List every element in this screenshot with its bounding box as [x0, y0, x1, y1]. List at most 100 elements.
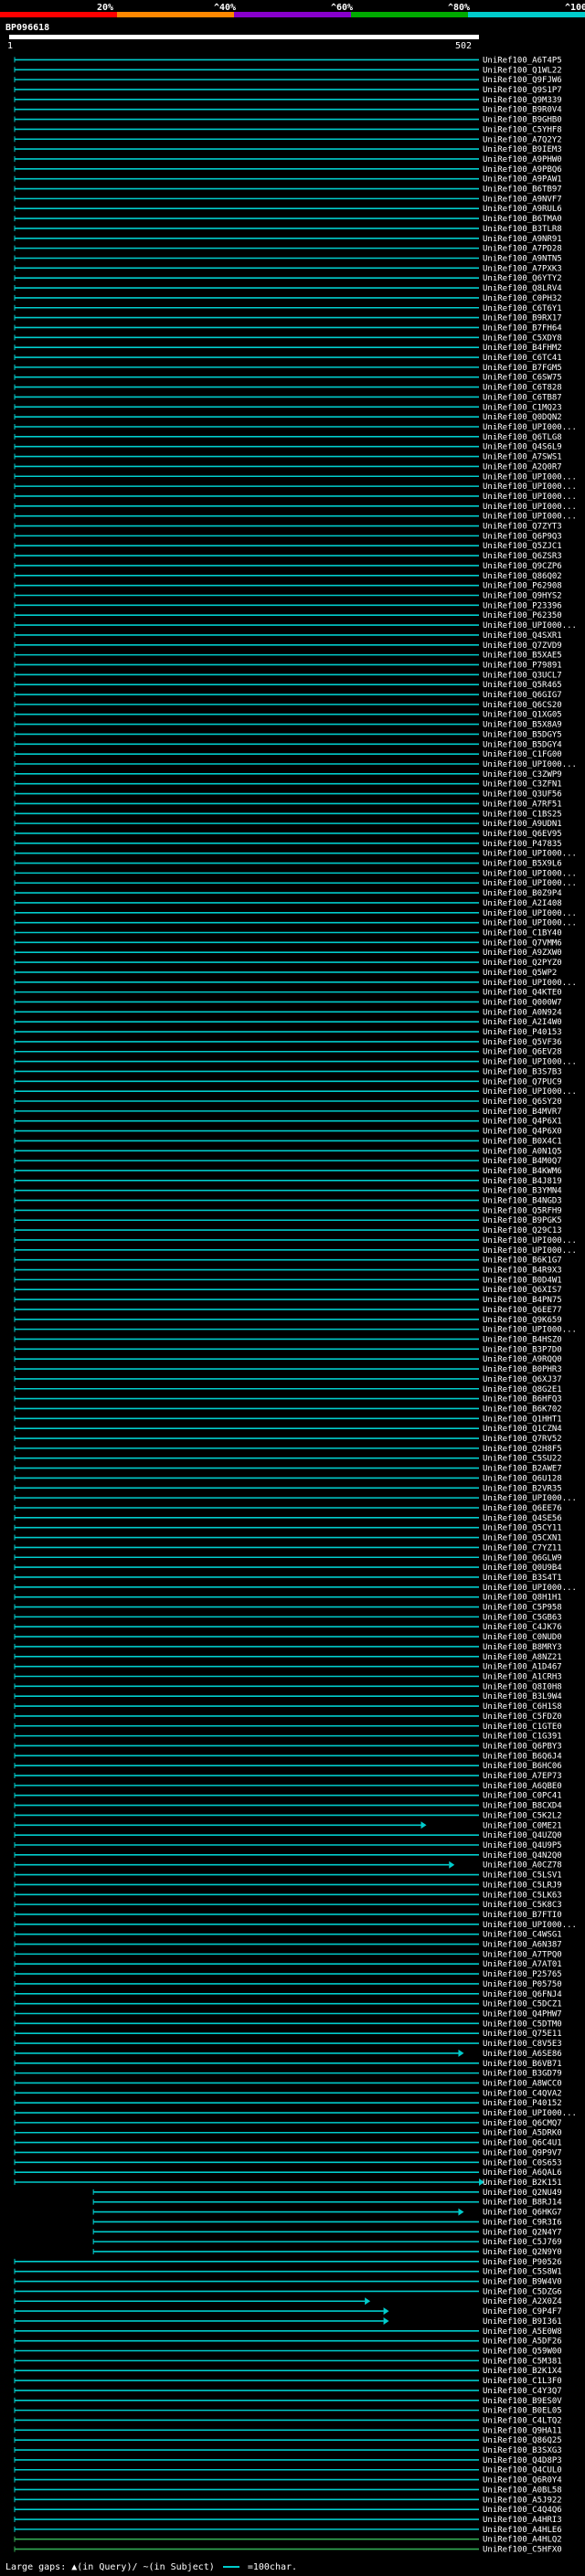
hit-label[interactable]: UniRef100_Q7ZVD9: [483, 641, 562, 651]
hit-label[interactable]: UniRef100_A8WCC0: [483, 2079, 562, 2088]
hit-label[interactable]: UniRef100_B4PN75: [483, 1296, 562, 1305]
hit-label[interactable]: UniRef100_UPI000...: [483, 1494, 577, 1503]
hit-label[interactable]: UniRef100_B3S7B3: [483, 1067, 562, 1076]
hit-label[interactable]: UniRef100_B9RX17: [483, 314, 562, 323]
hit-label[interactable]: UniRef100_UPI000...: [483, 1058, 577, 1067]
hit-label[interactable]: UniRef100_B6Q6J4: [483, 1752, 562, 1761]
hit-label[interactable]: UniRef100_A9UDN1: [483, 820, 562, 829]
hit-label[interactable]: UniRef100_B8MRY3: [483, 1643, 562, 1652]
hit-label[interactable]: UniRef100_C0PH32: [483, 294, 562, 303]
hit-label[interactable]: UniRef100_A0N1Q5: [483, 1147, 562, 1156]
hit-label[interactable]: UniRef100_Q4D8P3: [483, 2456, 562, 2465]
hit-label[interactable]: UniRef100_A4HLQ2: [483, 2536, 562, 2545]
hit-label[interactable]: UniRef100_Q9CZP6: [483, 562, 562, 571]
hit-label[interactable]: UniRef100_B6TMA0: [483, 215, 562, 224]
hit-label[interactable]: UniRef100_Q7ZYT3: [483, 523, 562, 532]
hit-label[interactable]: UniRef100_Q4S6L9: [483, 443, 562, 452]
hit-label[interactable]: UniRef100_C5GB63: [483, 1613, 562, 1622]
hit-label[interactable]: UniRef100_A5DRK0: [483, 2129, 562, 2138]
hit-label[interactable]: UniRef100_Q6SY20: [483, 1097, 562, 1107]
hit-label[interactable]: UniRef100_C5J769: [483, 2238, 562, 2247]
hit-label[interactable]: UniRef100_C4JK76: [483, 1623, 562, 1632]
hit-label[interactable]: UniRef100_UPI000...: [483, 909, 577, 918]
hit-label[interactable]: UniRef100_C5LSV1: [483, 1871, 562, 1881]
hit-label[interactable]: UniRef100_B5X9L6: [483, 860, 562, 869]
hit-label[interactable]: UniRef100_Q6P9Q3: [483, 532, 562, 541]
hit-label[interactable]: UniRef100_B3P7D0: [483, 1345, 562, 1354]
hit-label[interactable]: UniRef100_Q4SXR1: [483, 631, 562, 641]
hit-label[interactable]: UniRef100_C0PC41: [483, 1792, 562, 1801]
hit-label[interactable]: UniRef100_B3L9W4: [483, 1692, 562, 1701]
hit-label[interactable]: UniRef100_C5DZG6: [483, 2287, 562, 2296]
hit-label[interactable]: UniRef100_Q6ZSR3: [483, 552, 562, 561]
hit-label[interactable]: UniRef100_B3GD79: [483, 2070, 562, 2079]
hit-label[interactable]: UniRef100_A4HRI3: [483, 2516, 562, 2525]
hit-label[interactable]: UniRef100_Q0U9B4: [483, 1564, 562, 1573]
hit-label[interactable]: UniRef100_C6T6Y1: [483, 304, 562, 313]
hit-label[interactable]: UniRef100_C3ZWP9: [483, 770, 562, 779]
hit-label[interactable]: UniRef100_B2AWE7: [483, 1465, 562, 1474]
hit-label[interactable]: UniRef100_Q6C4U1: [483, 2139, 562, 2148]
hit-label[interactable]: UniRef100_P62908: [483, 582, 562, 591]
hit-label[interactable]: UniRef100_C1BS25: [483, 810, 562, 819]
hit-label[interactable]: UniRef100_B6K702: [483, 1405, 562, 1414]
hit-label[interactable]: UniRef100_A2Q0R7: [483, 462, 562, 472]
hit-label[interactable]: UniRef100_Q4P6X0: [483, 1128, 562, 1137]
hit-label[interactable]: UniRef100_Q2PYZ0: [483, 959, 562, 968]
hit-label[interactable]: UniRef100_Q1HHT1: [483, 1415, 562, 1424]
hit-label[interactable]: UniRef100_C7YZ11: [483, 1543, 562, 1553]
hit-label[interactable]: UniRef100_C5FDZ0: [483, 1712, 562, 1722]
hit-label[interactable]: UniRef100_A9PBQ6: [483, 165, 562, 175]
hit-label[interactable]: UniRef100_B9IEM3: [483, 145, 562, 154]
hit-label[interactable]: UniRef100_Q5CXN1: [483, 1534, 562, 1543]
hit-label[interactable]: UniRef100_Q29C13: [483, 1226, 562, 1235]
hit-label[interactable]: UniRef100_UPI000...: [483, 2109, 577, 2118]
hit-label[interactable]: UniRef100_Q6TLG8: [483, 433, 562, 442]
hit-label[interactable]: UniRef100_A2I408: [483, 899, 562, 908]
hit-label[interactable]: UniRef100_C6T828: [483, 384, 562, 393]
hit-label[interactable]: UniRef100_UPI000...: [483, 879, 577, 888]
hit-label[interactable]: UniRef100_UPI000...: [483, 423, 577, 432]
hit-label[interactable]: UniRef100_A5J922: [483, 2496, 562, 2505]
hit-label[interactable]: UniRef100_A1D467: [483, 1663, 562, 1672]
hit-label[interactable]: UniRef100_A9RQQ0: [483, 1355, 562, 1364]
hit-label[interactable]: UniRef100_Q5WP2: [483, 969, 557, 978]
hit-label[interactable]: UniRef100_A9NR91: [483, 235, 562, 244]
hit-label[interactable]: UniRef100_Q59W00: [483, 2348, 562, 2357]
hit-label[interactable]: UniRef100_B7FTI0: [483, 1911, 562, 1920]
hit-label[interactable]: UniRef100_P62350: [483, 611, 562, 620]
hit-label[interactable]: UniRef100_C0S653: [483, 2158, 562, 2168]
hit-label[interactable]: UniRef100_C0NUD0: [483, 1633, 562, 1642]
hit-label[interactable]: UniRef100_B7FH64: [483, 323, 562, 333]
hit-label[interactable]: UniRef100_C1MQ23: [483, 403, 562, 412]
hit-label[interactable]: UniRef100_Q9HA11: [483, 2426, 562, 2435]
hit-label[interactable]: UniRef100_B5XAE5: [483, 652, 562, 661]
hit-label[interactable]: UniRef100_A7Q2Y2: [483, 135, 562, 144]
hit-label[interactable]: UniRef100_C5SU22: [483, 1455, 562, 1464]
hit-label[interactable]: UniRef100_C4QVA2: [483, 2089, 562, 2098]
hit-label[interactable]: UniRef100_B7FGM5: [483, 364, 562, 373]
hit-label[interactable]: UniRef100_Q2N4Y7: [483, 2228, 562, 2237]
hit-label[interactable]: UniRef100_Q6HKG7: [483, 2209, 562, 2218]
hit-label[interactable]: UniRef100_UPI000...: [483, 869, 577, 878]
hit-label[interactable]: UniRef100_A5E0W8: [483, 2327, 562, 2337]
hit-label[interactable]: UniRef100_Q86Q25: [483, 2436, 562, 2445]
hit-label[interactable]: UniRef100_A7TPQ0: [483, 1950, 562, 1959]
hit-label[interactable]: UniRef100_UPI000...: [483, 1087, 577, 1097]
hit-label[interactable]: UniRef100_B3TLR8: [483, 225, 562, 234]
hit-label[interactable]: UniRef100_P90526: [483, 2258, 562, 2267]
hit-label[interactable]: UniRef100_Q8H1H1: [483, 1594, 562, 1603]
hit-label[interactable]: UniRef100_Q9M339: [483, 96, 562, 105]
hit-label[interactable]: UniRef100_Q6PBY3: [483, 1742, 562, 1751]
hit-label[interactable]: UniRef100_A9ZXW0: [483, 949, 562, 958]
hit-label[interactable]: UniRef100_Q9HYS2: [483, 591, 562, 600]
hit-label[interactable]: UniRef100_B5DGY5: [483, 730, 562, 739]
hit-label[interactable]: UniRef100_C4Y3Q7: [483, 2387, 562, 2396]
hit-label[interactable]: UniRef100_A7SWS1: [483, 453, 562, 462]
hit-label[interactable]: UniRef100_UPI000...: [483, 850, 577, 859]
hit-label[interactable]: UniRef100_A7PXK3: [483, 264, 562, 273]
hit-label[interactable]: UniRef100_C9P4F7: [483, 2307, 562, 2316]
hit-label[interactable]: UniRef100_Q6GIG7: [483, 691, 562, 700]
hit-label[interactable]: UniRef100_P40153: [483, 1028, 562, 1037]
hit-label[interactable]: UniRef100_B6HC06: [483, 1762, 562, 1771]
